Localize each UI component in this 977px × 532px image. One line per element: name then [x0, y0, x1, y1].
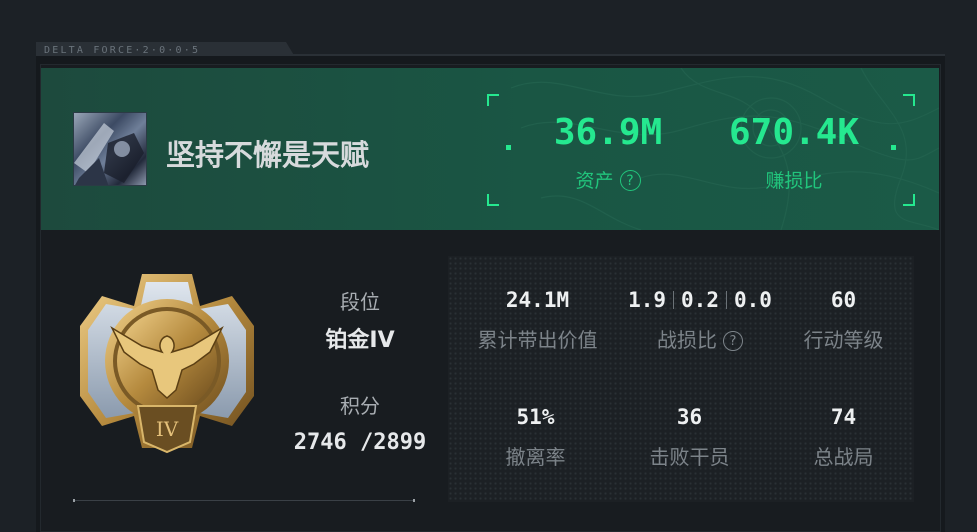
kd-separator — [673, 291, 675, 309]
profit-ratio-value: 670.4K — [728, 112, 860, 153]
stat-kd: 1.9 0.2 0.0 战损比? — [620, 288, 780, 353]
kd-label: 战损比 — [657, 328, 717, 352]
help-circle-icon[interactable]: ? — [619, 170, 641, 191]
kd-separator — [725, 291, 727, 309]
tier-label: 段位 — [340, 290, 380, 314]
stat-matches: 74 总战局 — [813, 405, 874, 469]
medal-numeral: IV — [156, 417, 179, 441]
assets-label-row: 资产? — [520, 166, 696, 193]
profit-ratio-label: 赚损比 — [765, 170, 823, 192]
score-label: 积分 — [340, 394, 380, 418]
avatar-image — [74, 123, 144, 185]
rank-medal-icon: IV — [80, 274, 254, 454]
player-name: 坚持不懈是天赋 — [166, 138, 370, 172]
player-avatar[interactable] — [73, 112, 147, 186]
stat-extract-rate: 51% 撤离率 — [505, 405, 566, 469]
assets-value: 36.9M — [553, 112, 663, 153]
kd-value-2: 0.2 — [681, 288, 719, 312]
kd-value-1: 1.9 — [628, 288, 667, 312]
score-value: 2746 /2899 — [293, 430, 427, 455]
medal-underline — [73, 499, 415, 502]
stat-total-value: 24.1M 累计带出价值 — [477, 288, 598, 352]
stat-level: 60 行动等级 — [803, 288, 884, 352]
help-circle-icon[interactable]: ? — [723, 331, 743, 351]
assets-label: 资产 — [575, 170, 614, 192]
tier-value: 铂金IV — [325, 328, 395, 353]
stat-kills: 36 击败干员 — [649, 405, 730, 469]
